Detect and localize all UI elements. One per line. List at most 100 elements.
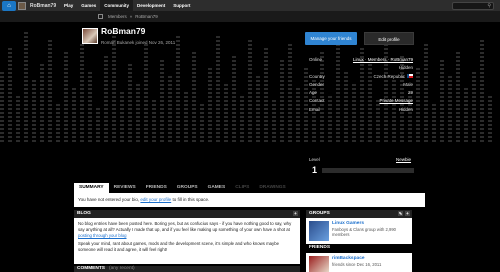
- equalizer-bar: [160, 58, 164, 142]
- summary-text-end: to fill in this space.: [172, 197, 210, 202]
- friend-card[interactable]: rimBackspace friends since Dec 16, 2011: [306, 253, 412, 272]
- tab-drawings[interactable]: DRAWINGS: [254, 183, 290, 193]
- info-row-email: Email Hidden: [309, 107, 413, 115]
- equalizer-bar: [48, 38, 52, 142]
- group-desc: Fanboys & Clans group with 2,990 members: [332, 227, 397, 237]
- level-progress-bar: [322, 168, 414, 173]
- equalizer-bar: [56, 102, 60, 142]
- tab-games[interactable]: GAMES: [203, 183, 231, 193]
- equalizer-bar: [64, 52, 68, 142]
- czech-flag-icon: [407, 74, 413, 79]
- site-logo-icon[interactable]: ⌂: [2, 1, 16, 11]
- add-group-icon[interactable]: +: [405, 211, 410, 216]
- info-row-contact: Contact Private Message: [309, 98, 413, 106]
- nav-community[interactable]: Community: [100, 0, 134, 12]
- nav-development[interactable]: Development: [133, 0, 169, 12]
- equalizer-bar: [240, 96, 244, 142]
- blog-body: No blog entries have been posted here. B…: [74, 218, 300, 264]
- group-title[interactable]: Linux Gamers: [332, 221, 364, 226]
- edit-profile-link[interactable]: edit your profile: [140, 197, 171, 202]
- info-key: Country: [309, 73, 325, 79]
- tab-friends[interactable]: FRIENDS: [141, 183, 172, 193]
- profile-tabs: SUMMARY REVIEWS FRIENDS GROUPS GAMES CLI…: [74, 183, 310, 193]
- tab-clips[interactable]: CLIPS: [230, 183, 254, 193]
- friends-header: FRIENDS: [306, 244, 412, 252]
- equalizer-bar: [296, 88, 300, 142]
- info-key: Gender: [309, 81, 325, 87]
- tab-summary[interactable]: SUMMARY: [74, 183, 109, 193]
- search-icon[interactable]: ⚲: [487, 3, 491, 10]
- equalizer-bar: [208, 66, 212, 142]
- top-bar: ⌂ RoBman79 Play Games Community Developm…: [0, 0, 500, 12]
- tab-reviews[interactable]: REVIEWS: [109, 183, 141, 193]
- private-message-link[interactable]: Private Message: [379, 98, 413, 103]
- level-value: 1: [312, 165, 318, 175]
- profile-joined-text: Roman Bukanek joined Nov 26, 2011: [101, 40, 176, 45]
- info-value: 29: [407, 90, 413, 96]
- groups-heading: GROUPS: [309, 211, 330, 216]
- edit-profile-button[interactable]: Edit profile: [364, 32, 414, 45]
- group-image[interactable]: [309, 221, 329, 241]
- info-value[interactable]: Linux · Members · RoBman79: [353, 57, 413, 62]
- nav-play[interactable]: Play: [60, 0, 77, 12]
- equalizer-bar: [288, 42, 292, 142]
- home-icon[interactable]: [98, 14, 103, 19]
- equalizer-bar: [272, 100, 276, 142]
- equalizer-bar: [80, 42, 84, 142]
- equalizer-bar: [224, 84, 228, 142]
- level-rank-link[interactable]: Newbie: [396, 157, 411, 162]
- equalizer-bar: [72, 86, 76, 142]
- breadcrumb-bar: Members » RoBman79: [0, 12, 500, 22]
- equalizer-bar: [200, 104, 204, 142]
- equalizer-bar: [464, 86, 468, 142]
- equalizer-bar: [120, 92, 124, 142]
- add-blog-icon[interactable]: +: [293, 211, 298, 216]
- manage-friends-button[interactable]: Manage your friends: [305, 32, 357, 45]
- friend-avatar[interactable]: [309, 256, 329, 272]
- summary-text: You have not entered your bio,: [78, 197, 140, 202]
- info-value: Hidden: [398, 65, 413, 71]
- main-nav: Play Games Community Development Support: [60, 0, 195, 12]
- equalizer-bar: [32, 80, 36, 142]
- blog-heading: BLOG: [77, 211, 91, 216]
- equalizer-bar: [432, 102, 436, 142]
- edit-icon[interactable]: ✎: [398, 211, 403, 216]
- breadcrumb-members[interactable]: Members: [108, 14, 127, 19]
- profile-username: RoBman79: [101, 26, 146, 36]
- nav-support[interactable]: Support: [169, 0, 194, 12]
- user-avatar[interactable]: [18, 2, 26, 10]
- equalizer-bar: [232, 56, 236, 142]
- profile-avatar: [82, 28, 98, 44]
- equalizer-bar: [416, 66, 420, 142]
- country-name: Czech Republic: [373, 73, 405, 79]
- info-row-status: Hidden: [309, 65, 413, 73]
- info-key: Contact: [309, 98, 325, 104]
- blog-header: BLOG +: [74, 210, 300, 218]
- info-row-country: Country Czech Republic: [309, 74, 413, 82]
- username-link[interactable]: RoBman79: [30, 3, 56, 9]
- equalizer-bar: [248, 40, 252, 142]
- equalizer-bar: [152, 98, 156, 142]
- equalizer-bar: [488, 96, 492, 142]
- breadcrumb-user[interactable]: RoBman79: [135, 14, 158, 19]
- profile-info-table: Online Linux · Members · RoBman79 Hidden…: [309, 57, 413, 115]
- equalizer-bar: [184, 90, 188, 142]
- breadcrumb: Members » RoBman79: [108, 14, 158, 19]
- groups-header: GROUPS ✎ +: [306, 210, 412, 218]
- equalizer-bar: [112, 30, 116, 142]
- equalizer-bar: [480, 40, 484, 142]
- info-value: Hidden: [398, 106, 413, 112]
- nav-games[interactable]: Games: [77, 0, 100, 12]
- post-blog-link[interactable]: posting through your blog: [78, 233, 127, 238]
- equalizer-bar: [424, 44, 428, 142]
- equalizer-bar: [16, 94, 20, 142]
- equalizer-bar: [456, 50, 460, 142]
- info-row-age: Age 29: [309, 90, 413, 98]
- friend-desc: friends since Dec 16, 2011: [332, 262, 382, 267]
- friend-name[interactable]: rimBackspace: [332, 256, 365, 261]
- equalizer-bar: [0, 72, 4, 142]
- tab-groups[interactable]: GROUPS: [172, 183, 203, 193]
- group-card[interactable]: Linux Gamers Fanboys & Clans group with …: [306, 218, 412, 244]
- search-input[interactable]: ⚲: [452, 2, 494, 10]
- breadcrumb-separator: »: [129, 14, 133, 19]
